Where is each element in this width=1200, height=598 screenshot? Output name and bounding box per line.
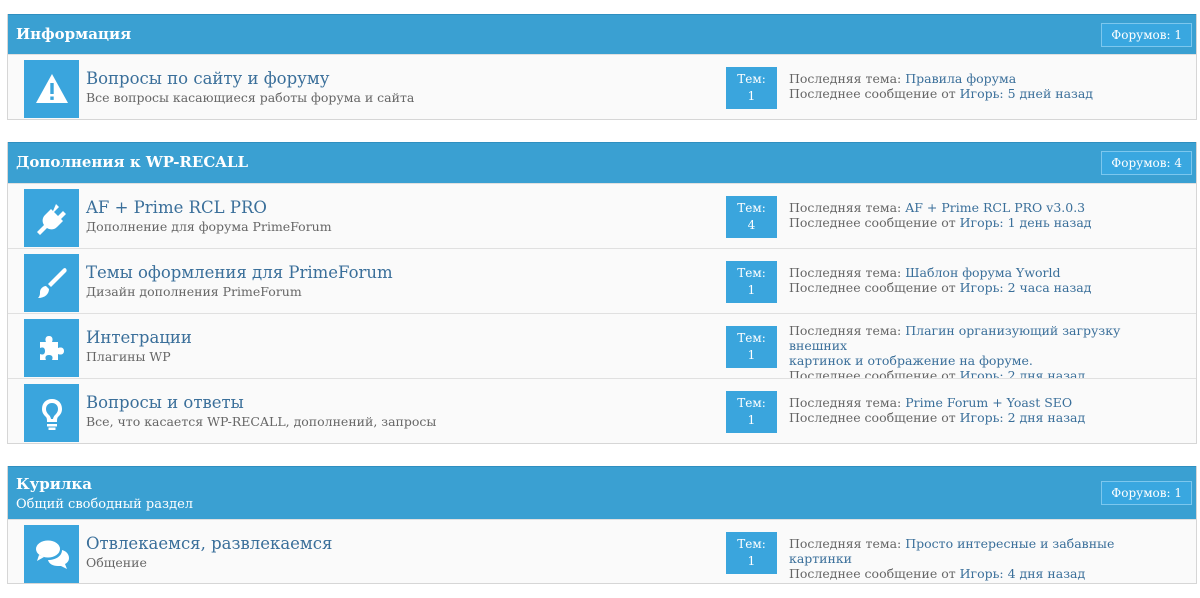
- last-activity: Последняя тема: Prime Forum + Yoast SEO …: [789, 395, 1169, 425]
- topics-count-label: Тем:: [737, 266, 766, 280]
- last-message-link[interactable]: Игорь: 4 дня назад: [960, 566, 1086, 581]
- forum-title-link[interactable]: Вопросы по сайту и форуму: [86, 69, 329, 88]
- last-activity: Последняя тема: Правила форума Последнее…: [789, 71, 1169, 101]
- chat-icon: [24, 525, 79, 583]
- topics-count: Тем: 1: [726, 67, 777, 109]
- last-topic-link-cont[interactable]: картинок и отображение на форуме.: [789, 353, 1033, 368]
- last-message-link[interactable]: Игорь: 5 дней назад: [960, 86, 1093, 101]
- section-subtitle: Общий свободный раздел: [16, 497, 194, 512]
- topics-count: Тем: 1: [726, 326, 777, 368]
- last-message-label: Последнее сообщение от: [789, 410, 956, 425]
- topics-count: Тем: 4: [726, 196, 777, 238]
- section-smoking-room: Курилка Общий свободный раздел Форумов: …: [7, 466, 1197, 584]
- forum-row: Вопросы по сайту и форуму Все вопросы ка…: [8, 54, 1196, 119]
- last-topic-label: Последняя тема:: [789, 536, 902, 551]
- forums-count-badge: Форумов: 1: [1101, 23, 1192, 47]
- topics-count-value: 4: [747, 218, 756, 232]
- last-activity: Последняя тема: Просто интересные и заба…: [789, 536, 1169, 581]
- topics-count-value: 1: [747, 413, 756, 427]
- forums-count-badge: Форумов: 1: [1101, 481, 1192, 505]
- section-header: Дополнения к WP-RECALL Форумов: 4: [8, 142, 1196, 183]
- section-header: Курилка Общий свободный раздел Форумов: …: [8, 466, 1196, 519]
- plug-icon: [24, 189, 79, 247]
- last-activity: Последняя тема: AF + Prime RCL PRO v3.0.…: [789, 200, 1169, 230]
- lightbulb-icon: [24, 384, 79, 442]
- forum-description: Дизайн дополнения PrimeForum: [86, 284, 302, 299]
- topics-count-label: Тем:: [737, 396, 766, 410]
- forum-row: Отвлекаемся, развлекаемся Общение Тем: 1…: [8, 519, 1196, 583]
- last-message-label: Последнее сообщение от: [789, 566, 956, 581]
- topics-count-label: Тем:: [737, 537, 766, 551]
- brush-icon: [24, 254, 79, 312]
- topics-count-value: 1: [747, 348, 756, 362]
- last-topic-label: Последняя тема:: [789, 323, 902, 338]
- last-topic-label: Последняя тема:: [789, 395, 902, 410]
- last-topic-link[interactable]: AF + Prime RCL PRO v3.0.3: [905, 200, 1085, 215]
- forum-title-link[interactable]: AF + Prime RCL PRO: [86, 198, 267, 217]
- forum-description: Плагины WP: [86, 349, 171, 364]
- section-title[interactable]: Информация: [16, 25, 131, 43]
- topics-count-value: 1: [747, 89, 756, 103]
- last-activity: Последняя тема: Шаблон форума Yworld Пос…: [789, 265, 1169, 295]
- last-message-label: Последнее сообщение от: [789, 280, 956, 295]
- forum-title-link[interactable]: Вопросы и ответы: [86, 393, 244, 412]
- forum-description: Все вопросы касающиеся работы форума и с…: [86, 90, 415, 105]
- last-message-link[interactable]: Игорь: 2 дня назад: [960, 410, 1086, 425]
- topics-count-label: Тем:: [737, 72, 766, 86]
- last-topic-link[interactable]: Правила форума: [905, 71, 1016, 86]
- forum-row: AF + Prime RCL PRO Дополнение для форума…: [8, 183, 1196, 248]
- section-title[interactable]: Курилка: [16, 475, 92, 493]
- forum-row: Интеграции Плагины WP Тем: 1 Последняя т…: [8, 313, 1196, 383]
- forum-title-link[interactable]: Отвлекаемся, развлекаемся: [86, 534, 332, 553]
- topics-count: Тем: 1: [726, 532, 777, 574]
- topics-count-label: Тем:: [737, 201, 766, 215]
- forum-title-link[interactable]: Интеграции: [86, 328, 192, 347]
- forums-count-badge: Форумов: 4: [1101, 151, 1192, 175]
- last-message-label: Последнее сообщение от: [789, 86, 956, 101]
- topics-count-label: Тем:: [737, 331, 766, 345]
- forum-row: Темы оформления для PrimeForum Дизайн до…: [8, 248, 1196, 313]
- last-topic-link[interactable]: Prime Forum + Yoast SEO: [905, 395, 1072, 410]
- forum-description: Общение: [86, 555, 147, 570]
- puzzle-icon: [24, 319, 79, 377]
- forum-title-link[interactable]: Темы оформления для PrimeForum: [86, 263, 393, 282]
- section-header: Информация Форумов: 1: [8, 14, 1196, 54]
- last-topic-label: Последняя тема:: [789, 200, 902, 215]
- warning-icon: [24, 60, 79, 118]
- last-topic-label: Последняя тема:: [789, 265, 902, 280]
- last-topic-label: Последняя тема:: [789, 71, 902, 86]
- section-wp-recall-addons: Дополнения к WP-RECALL Форумов: 4 AF + P…: [7, 142, 1197, 444]
- topics-count: Тем: 1: [726, 391, 777, 433]
- topics-count: Тем: 1: [726, 261, 777, 303]
- last-message-link[interactable]: Игорь: 2 часа назад: [960, 280, 1092, 295]
- topics-count-value: 1: [747, 283, 756, 297]
- last-message-link[interactable]: Игорь: 1 день назад: [960, 215, 1092, 230]
- last-activity: Последняя тема: Плагин организующий загр…: [789, 323, 1169, 383]
- section-information: Информация Форумов: 1 Вопросы по сайту и…: [7, 14, 1197, 120]
- last-message-label: Последнее сообщение от: [789, 215, 956, 230]
- topics-count-value: 1: [747, 554, 756, 568]
- last-topic-link[interactable]: Шаблон форума Yworld: [905, 265, 1060, 280]
- section-title[interactable]: Дополнения к WP-RECALL: [16, 153, 248, 171]
- forum-row: Вопросы и ответы Все, что касается WP-RE…: [8, 378, 1196, 443]
- forum-description: Все, что касается WP-RECALL, дополнений,…: [86, 414, 437, 429]
- forum-description: Дополнение для форума PrimeForum: [86, 219, 332, 234]
